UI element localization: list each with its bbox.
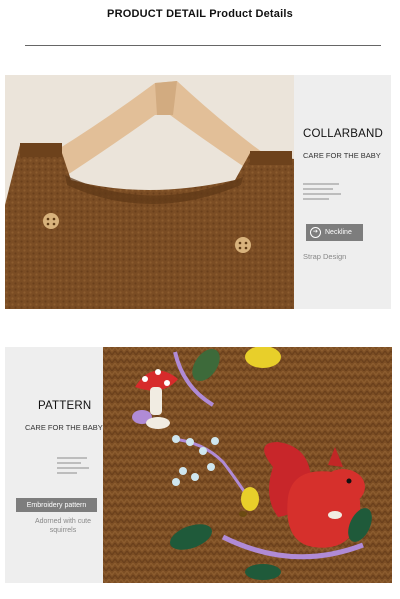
pattern-subheading: CARE FOR THE BABY — [25, 423, 103, 432]
page-title: PRODUCT DETAIL Product Details — [107, 8, 293, 20]
fine-print-lines — [57, 457, 91, 477]
squirrel-caption: Adorned with cute squirrels — [34, 518, 92, 534]
embroidery-tag: Embroidery pattern — [16, 498, 97, 512]
collarband-subheading: CARE FOR THE BABY — [303, 151, 381, 160]
collarband-photo — [5, 75, 294, 309]
collarband-info-panel: COLLARBAND CARE FOR THE BABY ➔ Neckline … — [294, 75, 391, 309]
arrow-right-icon: ➔ — [310, 227, 321, 238]
neckline-tag: ➔ Neckline — [306, 224, 363, 241]
embroidery-photo — [103, 347, 392, 583]
header-divider — [25, 45, 381, 46]
pattern-heading: PATTERN — [38, 400, 92, 412]
pattern-info-panel: PATTERN CARE FOR THE BABY Embroidery pat… — [5, 347, 103, 583]
collarband-heading: COLLARBAND — [303, 128, 383, 140]
strap-design-caption: Strap Design — [303, 252, 347, 261]
fine-print-lines — [303, 183, 343, 203]
neckline-tag-label: Neckline — [325, 229, 352, 236]
